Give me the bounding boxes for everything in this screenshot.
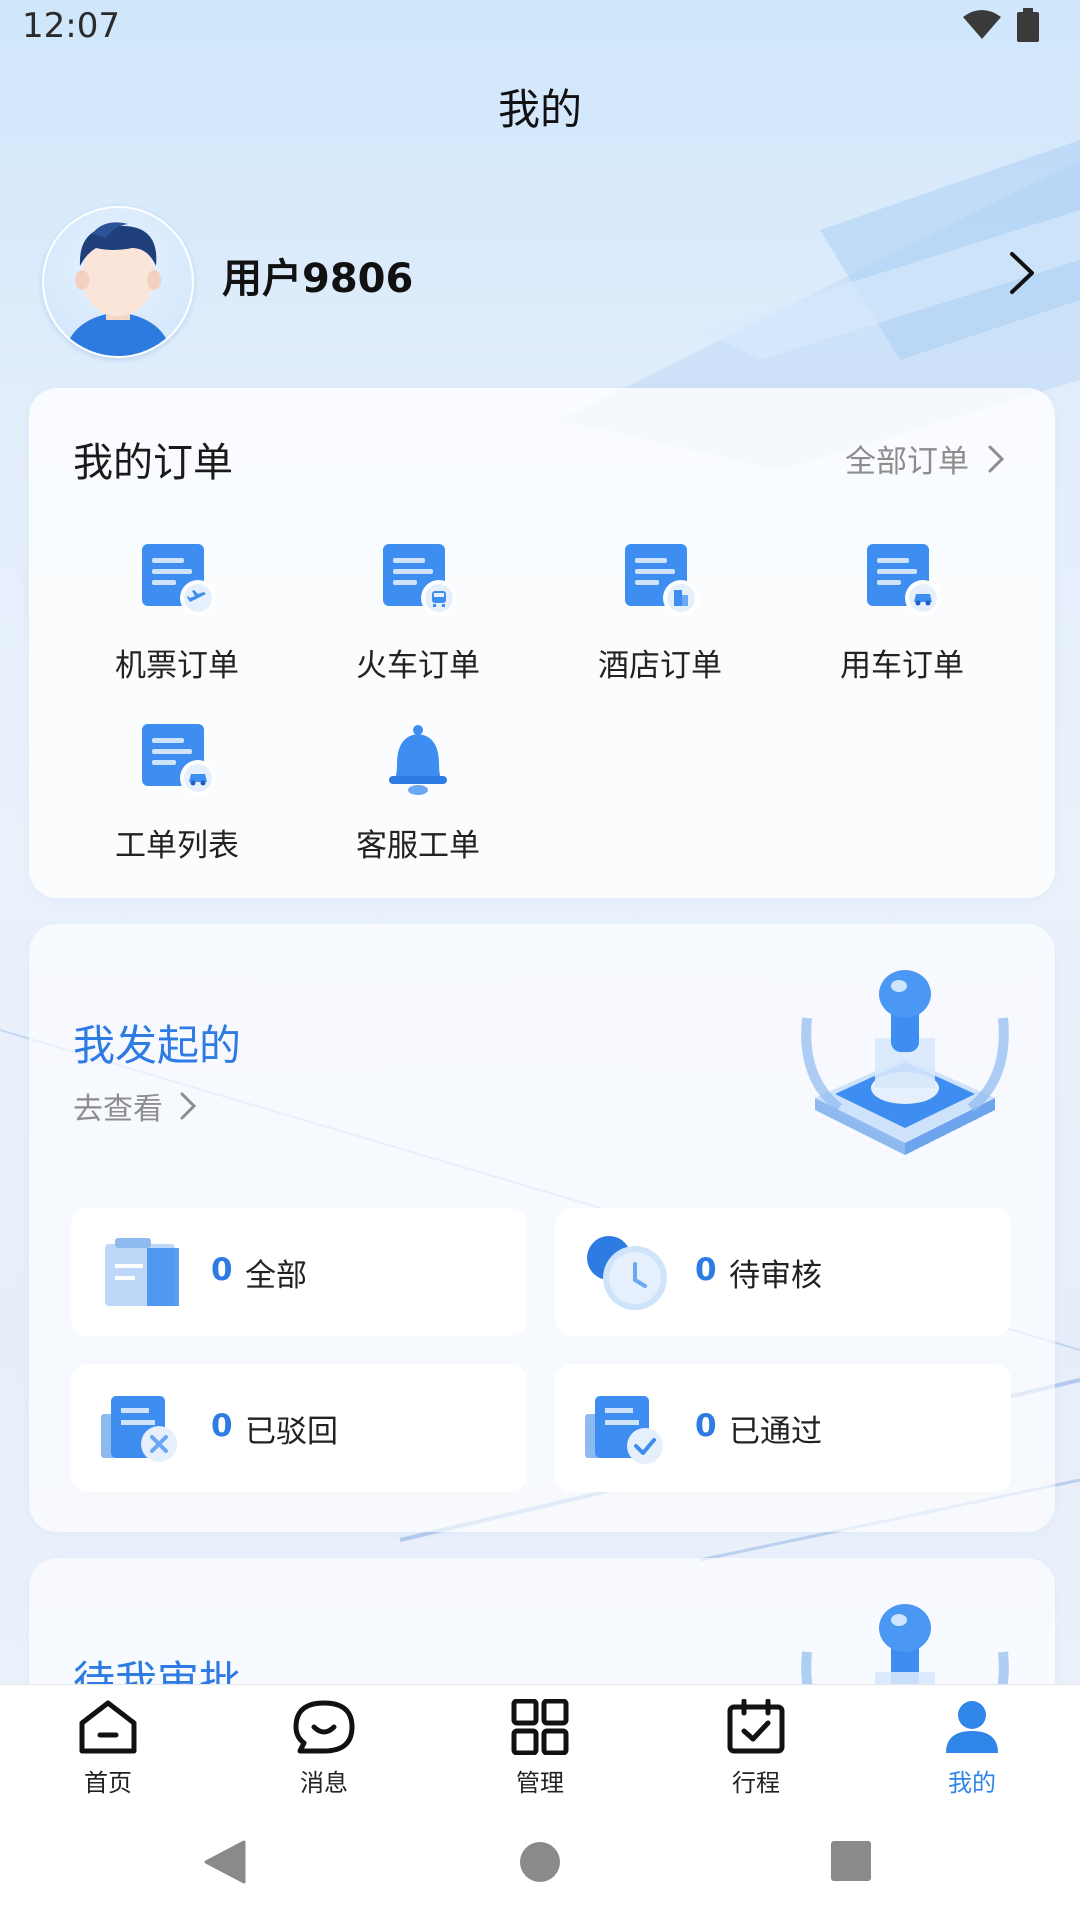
order-label: 火车订单: [356, 648, 480, 684]
tab-label: 我的: [948, 1769, 996, 1797]
stat-count: 0: [211, 1252, 233, 1288]
page-title: 我的: [497, 85, 582, 134]
order-item-flight[interactable]: 机票订单: [57, 536, 297, 685]
stamp-illustration-icon: [801, 970, 1009, 1155]
order-label: 机票订单: [115, 648, 239, 684]
stat-label: 待审核: [729, 1258, 822, 1294]
user-avatar[interactable]: [42, 206, 194, 358]
chevron-right-icon[interactable]: [1006, 250, 1038, 296]
my-orders-card: 我的订单 全部订单 机票订单 火车订单 酒店订单 用车订单 工单列表 客服工单: [29, 388, 1055, 898]
recents-icon[interactable]: [830, 1840, 872, 1882]
stat-all[interactable]: 0 全部: [71, 1208, 527, 1336]
order-label: 酒店订单: [598, 648, 722, 684]
home-button-icon[interactable]: [518, 1840, 562, 1884]
go-see-link[interactable]: 去查看: [73, 1084, 197, 1128]
order-label: 用车订单: [840, 648, 964, 684]
all-orders-label: 全部订单: [845, 444, 969, 480]
stat-count: 0: [695, 1408, 717, 1444]
rejected-doc-icon: [101, 1396, 177, 1462]
tab-mine[interactable]: 我的: [892, 1699, 1052, 1798]
all-orders-link[interactable]: 全部订单: [845, 436, 1005, 481]
tab-label: 管理: [516, 1769, 564, 1797]
back-icon[interactable]: [204, 1840, 248, 1884]
calendar-icon: [727, 1698, 785, 1754]
stat-count: 0: [211, 1408, 233, 1444]
bottom-tab-bar: 首页 消息 管理 行程 我的: [0, 1684, 1080, 1803]
flight-order-icon: [132, 536, 222, 626]
tab-label: 消息: [300, 1769, 348, 1797]
battery-icon: [1017, 8, 1039, 42]
clock-icon: [587, 1236, 667, 1310]
order-item-work-order-list[interactable]: 工单列表: [57, 716, 297, 865]
chevron-right-icon: [180, 1092, 197, 1120]
order-item-customer-service[interactable]: 客服工单: [298, 716, 538, 865]
stat-label: 已通过: [729, 1414, 822, 1450]
stat-rejected[interactable]: 0 已驳回: [71, 1364, 527, 1492]
stat-pending-review[interactable]: 0 待审核: [555, 1208, 1011, 1336]
hotel-order-icon: [615, 536, 705, 626]
message-icon: [293, 1700, 355, 1754]
orders-title: 我的订单: [73, 440, 233, 486]
order-label: 工单列表: [115, 828, 239, 864]
tab-label: 首页: [84, 1769, 132, 1797]
train-order-icon: [373, 536, 463, 626]
wifi-icon: [963, 10, 1001, 39]
approved-doc-icon: [585, 1396, 663, 1464]
tab-manage[interactable]: 管理: [460, 1698, 620, 1798]
chevron-right-icon: [988, 445, 1005, 472]
go-see-label: 去查看: [73, 1092, 163, 1127]
initiated-by-me-card: 我发起的 去查看 0 全部 0 待审核 0 已驳回 0 已通过: [29, 924, 1055, 1532]
stat-label: 全部: [245, 1258, 307, 1294]
tab-itinerary[interactable]: 行程: [676, 1698, 836, 1798]
order-item-hotel[interactable]: 酒店订单: [540, 536, 780, 685]
stat-label: 已驳回: [245, 1414, 338, 1450]
car-order-icon: [857, 536, 947, 626]
stat-count: 0: [695, 1252, 717, 1288]
initiated-title: 我发起的: [73, 1021, 242, 1070]
status-bar: 12:07: [0, 0, 1080, 52]
tab-home[interactable]: 首页: [28, 1699, 188, 1798]
status-time: 12:07: [22, 6, 120, 46]
tab-messages[interactable]: 消息: [244, 1699, 404, 1798]
system-navigation-bar: [0, 1802, 1080, 1920]
order-label: 客服工单: [356, 828, 480, 864]
order-item-train[interactable]: 火车订单: [298, 536, 538, 685]
work-order-list-icon: [132, 716, 222, 806]
order-item-car[interactable]: 用车订单: [782, 536, 1022, 685]
grid-icon: [511, 1698, 569, 1756]
user-name: 用户9806: [222, 256, 414, 302]
person-icon: [946, 1701, 998, 1753]
stat-approved[interactable]: 0 已通过: [555, 1364, 1011, 1492]
tab-label: 行程: [732, 1769, 780, 1797]
home-icon: [79, 1700, 137, 1754]
bell-icon: [373, 716, 463, 806]
clipboard-icon: [105, 1238, 179, 1306]
user-profile-row[interactable]: 用户9806: [42, 206, 1038, 358]
